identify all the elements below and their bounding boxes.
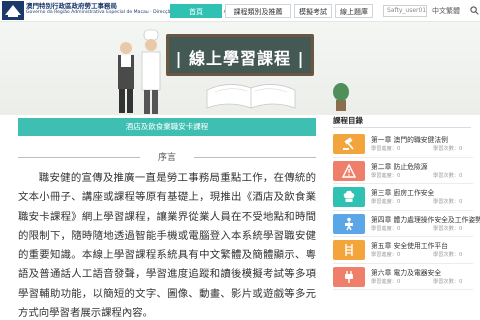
chapter-item-1[interactable]: 第一章 澳門的職安健法例 學習進度：0 學習次數：0	[333, 131, 473, 158]
chapter-progress: 學習進度：0	[371, 252, 401, 258]
chef-hat-icon	[343, 190, 355, 202]
chapter-thumbnail	[333, 213, 365, 234]
chapter-thumbnail	[333, 240, 365, 260]
chapter-study-count: 學習次數：0	[433, 252, 463, 258]
dsal-logo[interactable]	[2, 1, 24, 20]
chapter-title: 第五章 安全使用工作平台	[371, 242, 448, 250]
nav-mock-exam[interactable]: 模擬考試	[294, 4, 332, 18]
chapter-study-count: 學習次數：0	[433, 146, 463, 152]
chapter-item-5[interactable]: 第五章 安全使用工作平台 學習進度：0 學習次數：0	[333, 237, 473, 264]
chapter-item-2[interactable]: 第二章 防止危險源 學習進度：0 學習次數：0	[333, 158, 473, 184]
org-name-portuguese: Governo da Região Administrativa Especia…	[26, 10, 266, 15]
chapter-item-4[interactable]: 第四章 體力處理操作安全及工作姿勢 學習進度：0 學習次數：0	[333, 211, 480, 237]
chapter-progress: 學習進度：0	[371, 225, 401, 232]
chapter-title: 第六章 電力及電器安全	[371, 268, 442, 277]
hero-banner: | 線上學習課程 |	[0, 22, 480, 115]
user-account-box[interactable]: Safty_user01	[383, 5, 427, 17]
plug-icon	[345, 270, 353, 283]
search-icon[interactable]	[470, 6, 479, 15]
lifting-icon	[345, 217, 353, 230]
chapter-thumbnail	[333, 187, 365, 207]
language-selector[interactable]: 中文繁體	[432, 6, 460, 16]
chapter-progress: 學習進度：0	[371, 199, 401, 205]
chapter-progress: 學習進度：0	[371, 146, 401, 152]
chapter-title: 第一章 澳門的職安健法例	[371, 136, 448, 144]
course-name-bar: 酒店及飲食業職安卡課程	[18, 118, 316, 136]
chef-illustration-icon	[118, 29, 161, 114]
chapter-thumbnail	[333, 134, 365, 154]
section-heading: 序言	[18, 150, 316, 164]
banner-title: | 線上學習課程 |	[175, 49, 305, 68]
course-chapter-list: 第一章 澳門的職安健法例 學習進度：0 學習次數：0 第二章 防止危險源 學習進…	[333, 131, 480, 290]
gavel-icon	[343, 137, 354, 150]
org-name: 澳門特別行政區政府勞工事務局 Governo da Região Adminis…	[26, 2, 266, 16]
chapter-title: 第四章 體力處理操作安全及工作姿勢	[371, 215, 480, 224]
open-book-icon	[206, 84, 296, 109]
main-nav: 首頁 課程類別及推薦 模擬考試 線上題庫	[170, 4, 376, 20]
chapter-study-count: 學習次數：0	[433, 199, 463, 205]
nav-question-bank[interactable]: 線上題庫	[335, 4, 373, 18]
ladder-icon	[345, 244, 353, 256]
nav-course-categories[interactable]: 課程類別及推薦	[225, 4, 291, 18]
plant-decoration-icon	[333, 83, 349, 111]
chapter-study-count: 學習次數：0	[433, 172, 463, 179]
intro-paragraph: 職安健的宣傳及推廣一直是勞工事務局重點工作，在傳統的文本小冊子、講座或課程等原有…	[18, 172, 316, 320]
language-label: 中文繁體	[432, 7, 460, 15]
chapter-study-count: 學習次數：0	[433, 225, 463, 232]
chapter-progress: 學習進度：0	[371, 172, 401, 179]
chapter-title: 第二章 防止危險源	[371, 162, 428, 171]
course-catalog-title: 課程目錄	[333, 116, 363, 125]
chapter-thumbnail	[333, 160, 365, 181]
chapter-progress: 學習進度：0	[371, 278, 401, 285]
chapter-title: 第三章 廚房工作安全	[371, 189, 435, 197]
section-divider-right	[194, 157, 316, 158]
nav-home[interactable]: 首頁	[170, 4, 222, 18]
catalog-divider	[333, 127, 471, 128]
org-name-chinese: 澳門特別行政區政府勞工事務局	[26, 2, 117, 10]
chapter-study-count: 學習次數：0	[433, 278, 463, 285]
chapter-item-3[interactable]: 第三章 廚房工作安全 學習進度：0 學習次數：0	[333, 184, 473, 211]
chapter-item-6[interactable]: 第六章 電力及電器安全 學習進度：0 學習次數：0	[333, 264, 473, 290]
course-title-board: | 線上學習課程 |	[166, 34, 314, 76]
chapter-thumbnail	[333, 266, 365, 287]
header-bar: 澳門特別行政區政府勞工事務局 Governo da Região Adminis…	[0, 0, 480, 22]
warning-icon	[342, 163, 356, 178]
course-intro-text: 職安健的宣傳及推廣一直是勞工事務局重點工作，在傳統的文本小冊子、講座或課程等原有…	[18, 169, 316, 320]
